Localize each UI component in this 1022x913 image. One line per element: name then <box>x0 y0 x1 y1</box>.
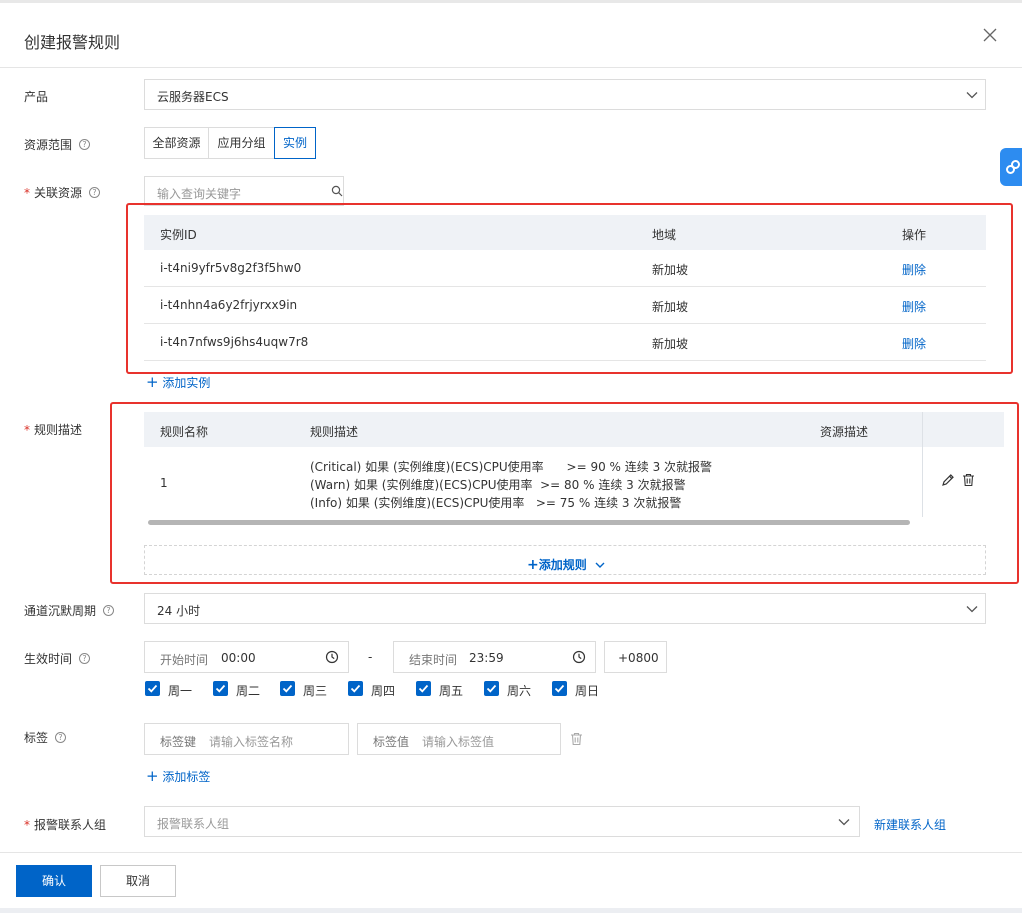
product-label: 产品 <box>24 90 49 104</box>
plus-icon: + <box>146 373 159 391</box>
check-icon <box>554 684 565 693</box>
end-time-value: 23:59 <box>469 651 504 665</box>
tag-value-input[interactable]: 标签值 请输入标签值 <box>357 723 561 755</box>
contact-group-placeholder: 报警联系人组 <box>157 817 230 831</box>
weekday-checkbox-sat[interactable] <box>484 681 499 696</box>
link-icon <box>1006 160 1020 174</box>
close-icon[interactable] <box>982 27 998 43</box>
product-select[interactable]: 云服务器ECS <box>144 79 986 110</box>
weekday-checkbox-thu[interactable] <box>348 681 363 696</box>
search-placeholder: 输入查询关键字 <box>157 187 242 201</box>
bottom-border <box>0 908 1022 913</box>
check-icon <box>418 684 429 693</box>
related-label: * 关联资源? <box>24 184 101 201</box>
scope-option-instance[interactable]: 实例 <box>274 127 316 159</box>
tags-label: 标签? <box>24 729 67 746</box>
search-icon[interactable] <box>331 185 343 197</box>
chevron-down-icon <box>838 819 850 826</box>
weekday-checkbox-fri[interactable] <box>416 681 431 696</box>
silence-period-select[interactable]: 24 小时 <box>144 593 986 624</box>
plus-icon: + <box>146 767 159 785</box>
silence-value: 24 小时 <box>157 604 201 618</box>
trash-icon[interactable] <box>570 732 583 746</box>
chevron-down-icon <box>966 92 978 99</box>
scope-option-all[interactable]: 全部资源 <box>144 127 209 159</box>
tag-key-input[interactable]: 标签键 请输入标签名称 <box>144 723 349 755</box>
weekday-label: 周四 <box>371 684 396 698</box>
weekday-checkbox-sun[interactable] <box>552 681 567 696</box>
contacts-label: * 报警联系人组 <box>24 818 107 832</box>
time-range-separator: - <box>368 650 373 664</box>
weekday-label: 周一 <box>168 684 193 698</box>
end-time-picker[interactable]: 结束时间 23:59 <box>393 641 596 673</box>
timezone-select[interactable]: +0800 <box>604 641 667 673</box>
chevron-down-icon <box>966 606 978 613</box>
rules-label: * 规则描述 <box>24 423 83 437</box>
resource-search-input[interactable]: 输入查询关键字 <box>144 176 344 206</box>
add-tag-link[interactable]: + 添加标签 <box>146 767 210 785</box>
dialog-header: 创建报警规则 <box>0 3 1022 68</box>
weekday-checkbox-tue[interactable] <box>213 681 228 696</box>
silence-label: 通道沉默周期? <box>24 602 115 619</box>
add-instance-link[interactable]: + 添加实例 <box>146 373 210 391</box>
tag-value-placeholder: 请输入标签值 <box>422 735 495 749</box>
weekday-checkbox-wed[interactable] <box>280 681 295 696</box>
check-icon <box>350 684 361 693</box>
help-icon: ? <box>79 139 91 150</box>
cancel-button[interactable]: 取消 <box>100 865 176 897</box>
start-time-value: 00:00 <box>221 651 256 665</box>
weekday-label: 周五 <box>439 684 464 698</box>
check-icon <box>486 684 497 693</box>
timezone-value: +0800 <box>618 651 659 665</box>
product-value: 云服务器ECS <box>157 90 229 104</box>
dialog-title: 创建报警规则 <box>24 33 121 52</box>
weekday-checkbox-mon[interactable] <box>145 681 160 696</box>
highlight-box-rules <box>110 402 1019 584</box>
effective-time-label: 生效时间? <box>24 650 91 667</box>
help-icon: ? <box>55 732 67 743</box>
start-time-picker[interactable]: 开始时间 00:00 <box>144 641 349 673</box>
scope-option-group[interactable]: 应用分组 <box>208 127 275 159</box>
check-icon <box>147 684 158 693</box>
contact-group-select[interactable]: 报警联系人组 <box>144 806 860 837</box>
check-icon <box>282 684 293 693</box>
floating-link-widget[interactable] <box>1000 148 1022 186</box>
confirm-button[interactable]: 确认 <box>16 865 92 897</box>
weekday-label: 周日 <box>575 684 600 698</box>
weekday-label: 周六 <box>507 684 532 698</box>
start-time-prefix: 开始时间 <box>160 653 209 667</box>
help-icon: ? <box>103 605 115 616</box>
weekday-label: 周三 <box>303 684 328 698</box>
highlight-box-instances <box>126 203 1013 374</box>
new-contact-group-link[interactable]: 新建联系人组 <box>874 816 946 833</box>
help-icon: ? <box>89 187 101 198</box>
check-icon <box>215 684 226 693</box>
help-icon: ? <box>79 653 91 664</box>
clock-icon <box>572 650 586 664</box>
scope-label: 资源范围? <box>24 136 91 153</box>
dialog-footer: 确认 取消 <box>0 852 1022 913</box>
clock-icon <box>325 650 339 664</box>
tag-key-prefix: 标签键 <box>160 735 197 749</box>
tag-key-placeholder: 请输入标签名称 <box>209 735 294 749</box>
weekday-label: 周二 <box>236 684 261 698</box>
tag-value-prefix: 标签值 <box>373 735 410 749</box>
end-time-prefix: 结束时间 <box>409 653 458 667</box>
